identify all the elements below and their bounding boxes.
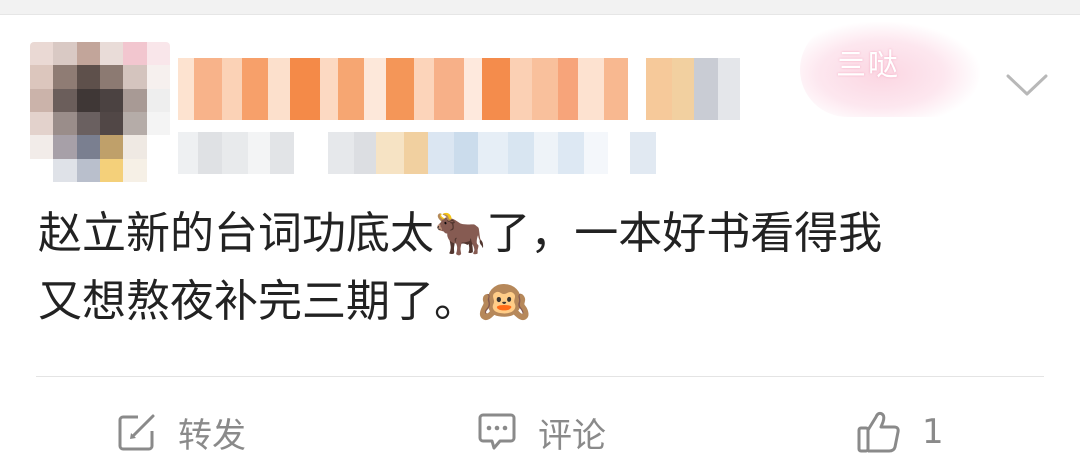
repost-label: 转发 xyxy=(178,415,246,456)
post-body: 赵立新的台词功底太🐂了，一本好书看得我 又想熬夜补完三期了。🙉 xyxy=(38,200,1038,336)
avatar[interactable] xyxy=(30,42,170,182)
like-button[interactable]: 1 xyxy=(856,405,944,459)
chevron-down-icon[interactable] xyxy=(1004,70,1050,100)
post-meta-censored xyxy=(178,132,778,174)
edit-square-icon xyxy=(116,411,158,453)
comment-button[interactable]: 评论 xyxy=(476,405,606,459)
like-count: 1 xyxy=(922,412,944,452)
post-line1-rest: 了，一本好书看得我 xyxy=(486,208,883,259)
comment-bubble-icon xyxy=(476,411,518,453)
thumbs-up-icon xyxy=(856,409,902,455)
badge-text: 亖哒 xyxy=(836,48,900,83)
username-censored[interactable] xyxy=(178,58,778,120)
post-line2: 又想熬夜补完三期了。 xyxy=(38,276,478,327)
comment-label: 评论 xyxy=(538,415,606,456)
ox-emoji: 🐂 xyxy=(434,209,487,258)
repost-button[interactable]: 转发 xyxy=(116,405,246,459)
monkey-emoji: 🙉 xyxy=(478,277,531,326)
post-line1: 赵立新的台词功底太 xyxy=(38,208,434,259)
top-separator-bar xyxy=(0,0,1080,15)
divider xyxy=(36,376,1044,377)
